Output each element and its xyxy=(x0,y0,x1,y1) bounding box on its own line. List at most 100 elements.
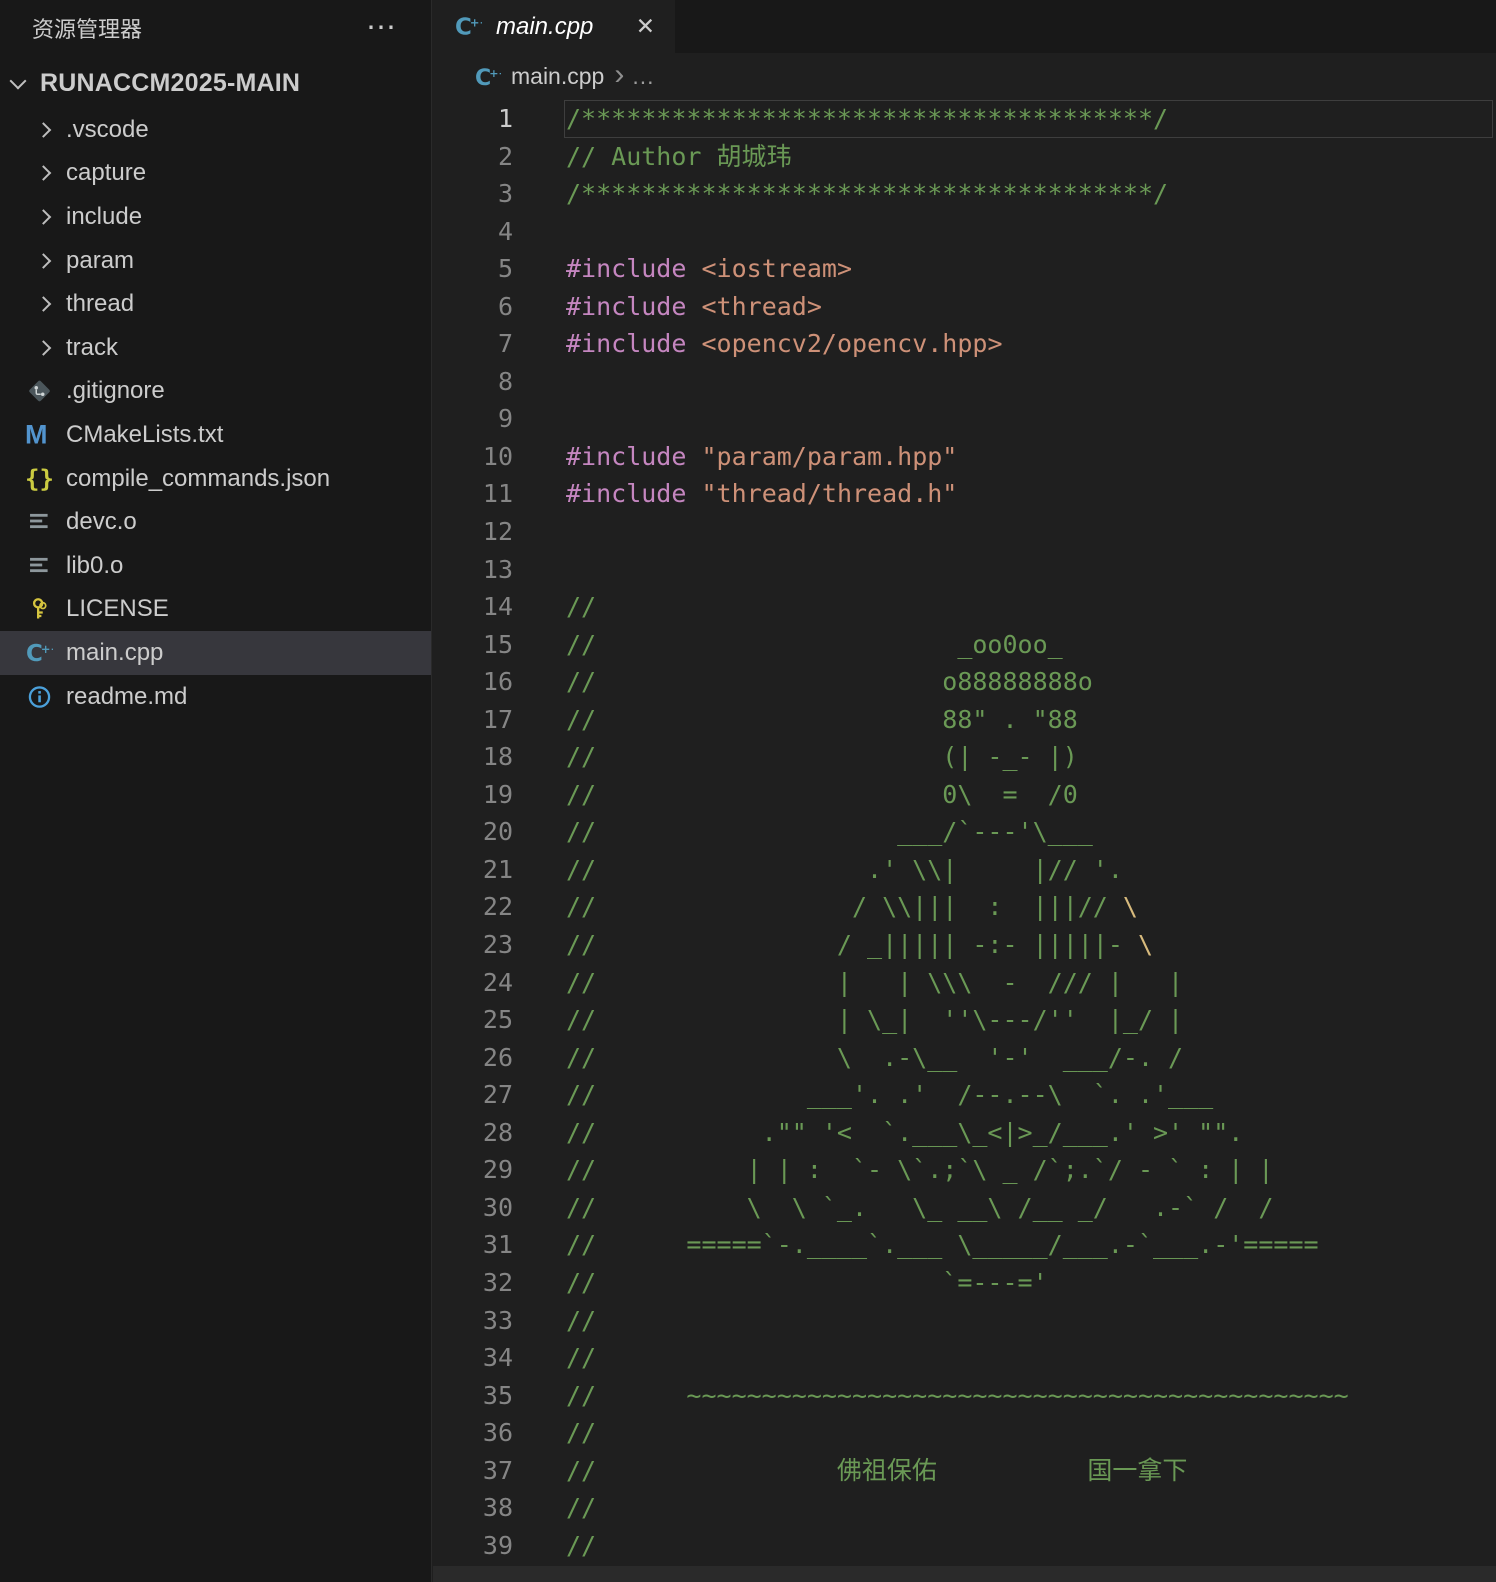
code-line-19[interactable]: 19// 0\ = /0 xyxy=(433,776,1496,814)
line-number: 38 xyxy=(433,1489,513,1527)
tree-item-label: param xyxy=(66,247,134,275)
code-line-4[interactable]: 4 xyxy=(433,213,1496,251)
tree-item-cmakelists-txt[interactable]: MCMakeLists.txt xyxy=(0,413,431,457)
tree-item-devc-o[interactable]: devc.o xyxy=(0,500,431,544)
tree-item-capture[interactable]: capture xyxy=(0,152,431,196)
code-text xyxy=(513,400,566,438)
line-number: 34 xyxy=(433,1339,513,1377)
code-line-29[interactable]: 29// | | : `- \`.;`\ _ /`;.`/ - ` : | | xyxy=(433,1151,1496,1189)
code-line-11[interactable]: 11#include "thread/thread.h" xyxy=(433,475,1496,513)
code-line-14[interactable]: 14// xyxy=(433,588,1496,626)
json-icon: {} xyxy=(0,457,66,501)
code-line-22[interactable]: 22// / \\||| : |||// \ xyxy=(433,888,1496,926)
code-text: // / \\||| : |||// \ xyxy=(513,888,1138,926)
code-line-2[interactable]: 2// Author 胡城玮 xyxy=(433,138,1496,176)
code-text: // o88888888o xyxy=(513,663,1093,701)
code-line-18[interactable]: 18// (| -_- |) xyxy=(433,738,1496,776)
code-line-31[interactable]: 31// =====`-.____`.___ \_____/___.-`___.… xyxy=(433,1226,1496,1264)
code-line-7[interactable]: 7#include <opencv2/opencv.hpp> xyxy=(433,325,1496,363)
tree-item-lib0-o[interactable]: lib0.o xyxy=(0,544,431,588)
line-number: 1 xyxy=(433,100,513,138)
tree-item-license[interactable]: LICENSE xyxy=(0,588,431,632)
cpp-icon: C++ xyxy=(0,631,66,675)
code-text: // xyxy=(513,1414,596,1452)
line-number: 21 xyxy=(433,851,513,889)
code-line-17[interactable]: 17// 88" . "88 xyxy=(433,701,1496,739)
code-line-8[interactable]: 8 xyxy=(433,363,1496,401)
code-line-3[interactable]: 3/**************************************… xyxy=(433,175,1496,213)
code-line-39[interactable]: 39// xyxy=(433,1527,1496,1565)
object-file-icon xyxy=(0,544,66,588)
line-number: 13 xyxy=(433,551,513,589)
tree-item-label: lib0.o xyxy=(66,552,123,580)
tree-item-readme-md[interactable]: readme.md xyxy=(0,675,431,719)
code-line-20[interactable]: 20// ___/`---'\___ xyxy=(433,813,1496,851)
code-line-28[interactable]: 28// ."" '< `.___\_<|>_/___.' >' "". xyxy=(433,1114,1496,1152)
line-number: 14 xyxy=(433,588,513,626)
code-line-1[interactable]: 1/**************************************… xyxy=(433,100,1496,138)
code-line-35[interactable]: 35// ~~~~~~~~~~~~~~~~~~~~~~~~~~~~~~~~~~~… xyxy=(433,1377,1496,1415)
code-line-13[interactable]: 13 xyxy=(433,551,1496,589)
horizontal-scrollbar[interactable] xyxy=(433,1566,1496,1582)
line-number: 22 xyxy=(433,888,513,926)
code-line-21[interactable]: 21// .' \\| |// '. xyxy=(433,851,1496,889)
line-number: 30 xyxy=(433,1189,513,1227)
code-line-27[interactable]: 27// ___'. .' /--.--\ `. .'___ xyxy=(433,1076,1496,1114)
tree-item-label: thread xyxy=(66,290,134,318)
line-number: 11 xyxy=(433,475,513,513)
svg-text:++: ++ xyxy=(489,67,501,80)
code-text xyxy=(513,513,566,551)
tree-root-label: RUNACCM2025-MAIN xyxy=(40,69,300,98)
tree-item--gitignore[interactable]: .gitignore xyxy=(0,370,431,414)
tree-item-thread[interactable]: thread xyxy=(0,282,431,326)
code-line-15[interactable]: 15// _oo0oo_ xyxy=(433,626,1496,664)
code-line-25[interactable]: 25// | \_| ''\---/'' |_/ | xyxy=(433,1001,1496,1039)
tree-item-track[interactable]: track xyxy=(0,326,431,370)
tree-root-runaccm2025-main[interactable]: RUNACCM2025-MAIN xyxy=(0,64,431,102)
code-text: #include <opencv2/opencv.hpp> xyxy=(513,325,1003,363)
more-actions-icon[interactable]: ⋯ xyxy=(366,18,397,38)
line-number: 7 xyxy=(433,325,513,363)
line-number: 26 xyxy=(433,1039,513,1077)
line-number: 8 xyxy=(433,363,513,401)
tab-main-cpp[interactable]: C++ main.cpp ✕ xyxy=(433,0,675,53)
code-line-32[interactable]: 32// `=---=' xyxy=(433,1264,1496,1302)
code-text: // \ .-\__ '-' ___/-. / xyxy=(513,1039,1183,1077)
code-line-34[interactable]: 34// xyxy=(433,1339,1496,1377)
line-number: 23 xyxy=(433,926,513,964)
code-text: #include "param/param.hpp" xyxy=(513,438,957,476)
code-line-37[interactable]: 37// 佛祖保佑 国一拿下 xyxy=(433,1452,1496,1490)
code-line-36[interactable]: 36// xyxy=(433,1414,1496,1452)
close-icon[interactable]: ✕ xyxy=(630,11,661,42)
tree-item-include[interactable]: include xyxy=(0,195,431,239)
code-line-5[interactable]: 5#include <iostream> xyxy=(433,250,1496,288)
tree-item-param[interactable]: param xyxy=(0,239,431,283)
code-line-10[interactable]: 10#include "param/param.hpp" xyxy=(433,438,1496,476)
code-line-24[interactable]: 24// | | \\\ - /// | | xyxy=(433,964,1496,1002)
code-line-12[interactable]: 12 xyxy=(433,513,1496,551)
breadcrumb-item-file[interactable]: main.cpp xyxy=(511,63,604,90)
explorer-sidebar: 资源管理器 ⋯ RUNACCM2025-MAIN .vscodecapturei… xyxy=(0,0,432,1582)
code-text: // ___'. .' /--.--\ `. .'___ xyxy=(513,1076,1213,1114)
breadcrumb-item-more[interactable]: ... xyxy=(632,63,654,90)
code-editor[interactable]: 1/**************************************… xyxy=(433,100,1496,1582)
line-number: 12 xyxy=(433,513,513,551)
code-line-6[interactable]: 6#include <thread> xyxy=(433,288,1496,326)
tree-item-label: readme.md xyxy=(66,683,187,711)
code-line-38[interactable]: 38// xyxy=(433,1489,1496,1527)
code-text: // 88" . "88 xyxy=(513,701,1078,739)
tree-item-compile-commands-json[interactable]: {}compile_commands.json xyxy=(0,457,431,501)
code-line-16[interactable]: 16// o88888888o xyxy=(433,663,1496,701)
code-line-30[interactable]: 30// \ \ `_. \_ __\ /__ _/ .-` / / xyxy=(433,1189,1496,1227)
tree-item-main-cpp[interactable]: C++main.cpp xyxy=(0,631,431,675)
code-text: // =====`-.____`.___ \_____/___.-`___.-'… xyxy=(513,1226,1319,1264)
cpp-file-icon: C++ xyxy=(455,13,482,40)
code-line-9[interactable]: 9 xyxy=(433,400,1496,438)
code-line-23[interactable]: 23// / _||||| -:- |||||- \ xyxy=(433,926,1496,964)
code-line-33[interactable]: 33// xyxy=(433,1302,1496,1340)
line-number: 17 xyxy=(433,701,513,739)
code-lines: 1/**************************************… xyxy=(433,100,1496,1564)
tree-item--vscode[interactable]: .vscode xyxy=(0,108,431,152)
line-number: 33 xyxy=(433,1302,513,1340)
code-line-26[interactable]: 26// \ .-\__ '-' ___/-. / xyxy=(433,1039,1496,1077)
